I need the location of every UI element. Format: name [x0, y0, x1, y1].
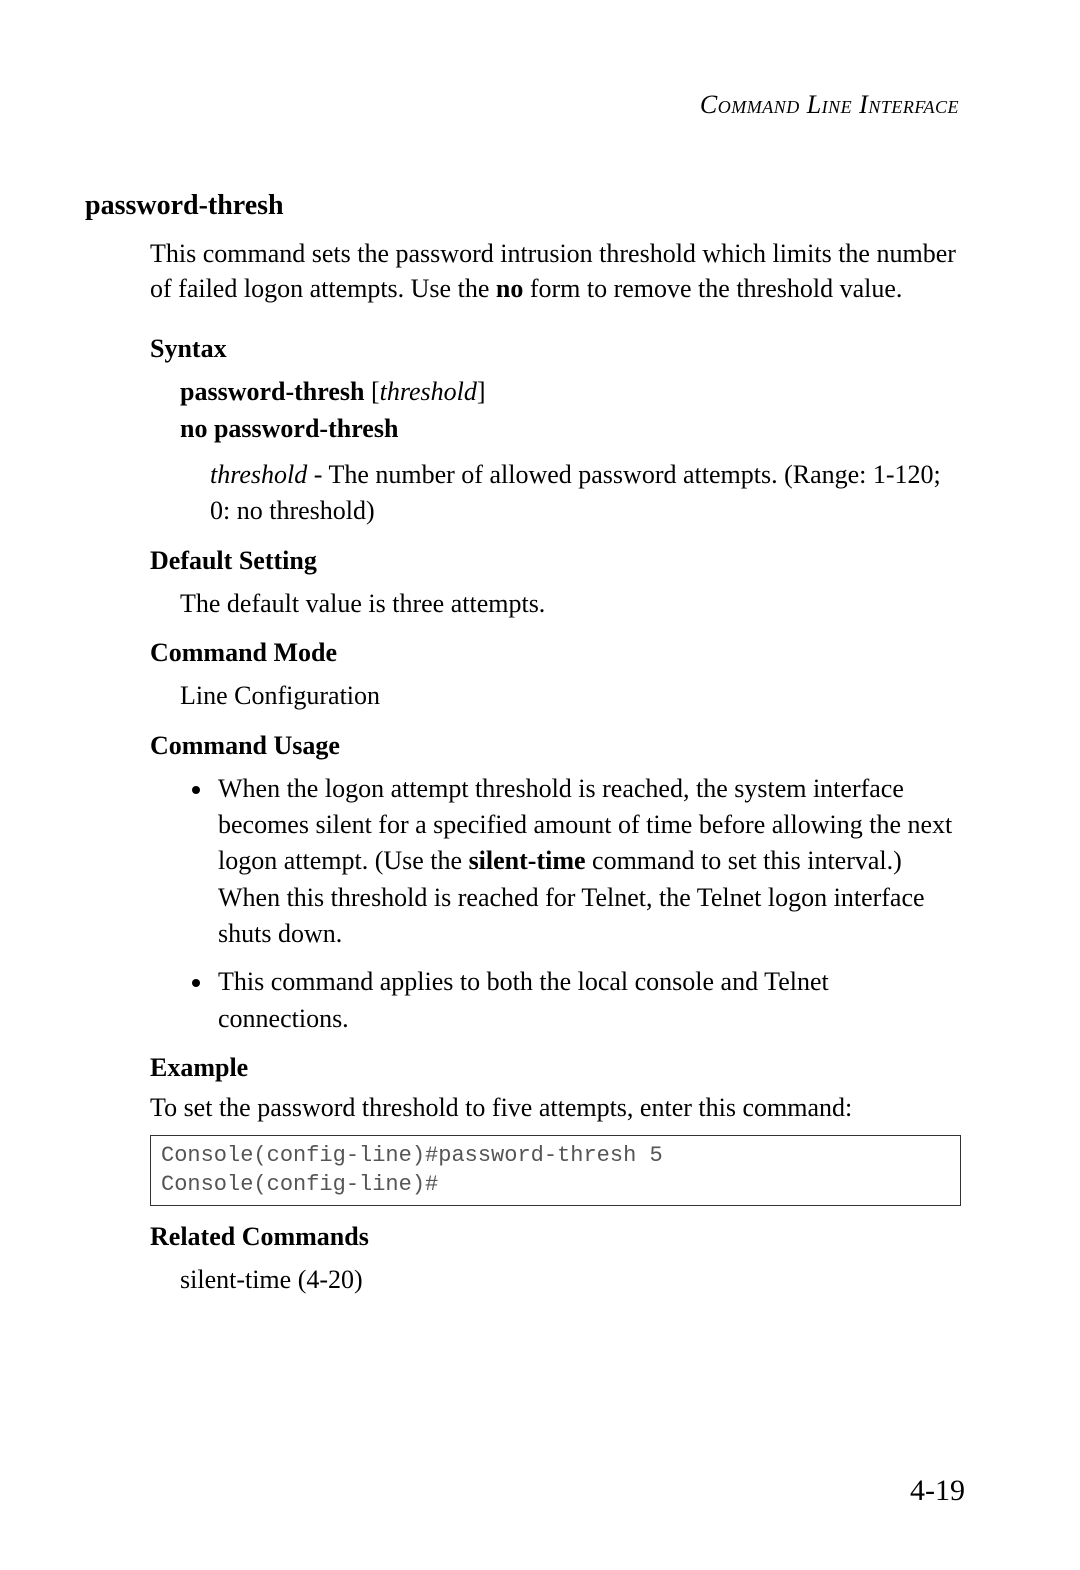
- syntax-cmd: password-thresh: [180, 377, 364, 406]
- usage1-bold: silent-time: [469, 846, 586, 875]
- syntax-open-bracket: [: [364, 377, 379, 406]
- default-heading: Default Setting: [150, 546, 965, 576]
- syntax-line-1: password-thresh [threshold]: [180, 374, 965, 410]
- default-text: The default value is three attempts.: [180, 586, 965, 622]
- related-text: silent-time (4-20): [180, 1262, 965, 1298]
- intro-no-word: no: [496, 274, 523, 303]
- command-title: password-thresh: [85, 190, 965, 222]
- intro-text-b: form to remove the threshold value.: [523, 274, 902, 303]
- page-container: Command Line Interface password-thresh T…: [0, 0, 1080, 1570]
- syntax-close-bracket: ]: [477, 377, 486, 406]
- page-number: 4-19: [910, 1474, 965, 1508]
- syntax-line-2: no password-thresh: [180, 411, 965, 447]
- syntax-heading: Syntax: [150, 334, 965, 364]
- syntax-param: threshold: [380, 377, 477, 406]
- mode-heading: Command Mode: [150, 638, 965, 668]
- intro-paragraph: This command sets the password intrusion…: [150, 236, 965, 306]
- param-name: threshold: [210, 460, 307, 489]
- console-output: Console(config-line)#password-thresh 5 C…: [150, 1135, 961, 1206]
- related-heading: Related Commands: [150, 1222, 965, 1252]
- usage-list: When the logon attempt threshold is reac…: [180, 771, 965, 1038]
- param-description: threshold - The number of allowed passwo…: [210, 457, 965, 530]
- mode-text: Line Configuration: [180, 678, 965, 714]
- syntax-no-cmd: no password-thresh: [180, 414, 398, 443]
- example-heading: Example: [150, 1053, 965, 1083]
- usage-heading: Command Usage: [150, 731, 965, 761]
- param-desc-text: - The number of allowed password attempt…: [210, 460, 941, 525]
- running-header: Command Line Interface: [95, 90, 959, 120]
- usage-item-1: When the logon attempt threshold is reac…: [214, 771, 965, 953]
- usage-item-2: This command applies to both the local c…: [214, 964, 965, 1037]
- example-intro: To set the password threshold to five at…: [150, 1093, 965, 1123]
